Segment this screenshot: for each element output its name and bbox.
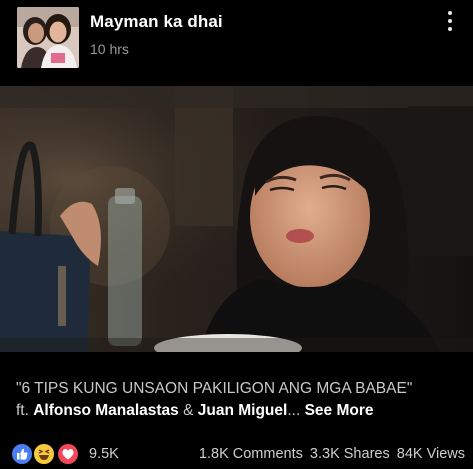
comments-count[interactable]: 1.8K Comments [199, 446, 303, 462]
more-options-icon[interactable] [440, 8, 460, 34]
love-icon[interactable] [56, 442, 80, 466]
tagged-person-link[interactable]: Juan Miguel [198, 402, 288, 419]
video-frame [0, 86, 473, 352]
tagged-person-link[interactable]: Alfonso Manalastas [33, 402, 179, 419]
post-header: Mayman ka dhai 10 hrs [0, 0, 473, 86]
reaction-count[interactable]: 9.5K [89, 446, 119, 462]
caption-prefix: ft. [16, 402, 34, 419]
post-caption: "6 TIPS KUNG UNSAON PAKILIGON ANG MGA BA… [16, 378, 466, 422]
engagement-bar: 9.5K 1.8K Comments 3.3K Shares 84K Views [0, 442, 473, 468]
caption-ampersand: & [178, 402, 198, 419]
caption-title: "6 TIPS KUNG UNSAON PAKILIGON ANG MGA BA… [16, 380, 413, 397]
post-timestamp[interactable]: 10 hrs [90, 41, 129, 57]
post-stats: 1.8K Comments 3.3K Shares 84K Views [196, 446, 465, 462]
shares-count[interactable]: 3.3K Shares [310, 446, 390, 462]
views-count[interactable]: 84K Views [397, 446, 465, 462]
see-more-link[interactable]: See More [305, 402, 374, 419]
video-player[interactable] [0, 86, 473, 352]
caption-ellipsis: ... [287, 402, 305, 419]
page-avatar[interactable] [17, 7, 79, 68]
haha-icon[interactable] [32, 442, 56, 466]
like-icon[interactable] [10, 442, 34, 466]
page-name[interactable]: Mayman ka dhai [90, 12, 223, 32]
